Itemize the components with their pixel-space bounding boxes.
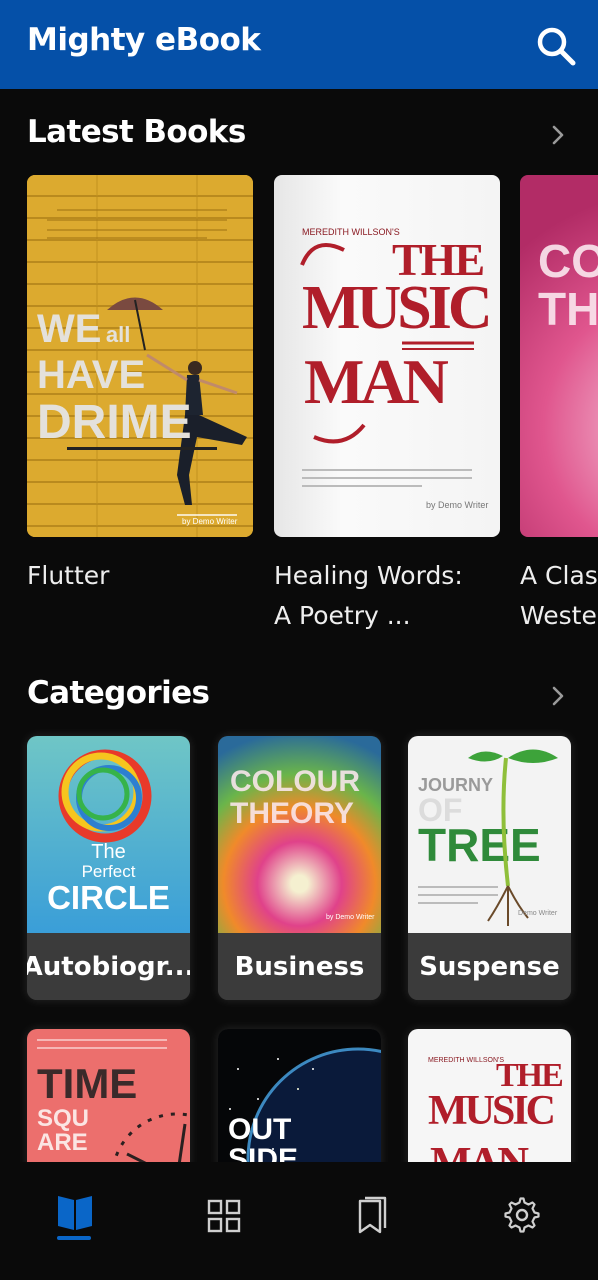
cover-text: DRIME (37, 396, 192, 449)
category-cover: MEREDITH WILLSON'S THE MUSIC MAN (408, 1029, 571, 1162)
active-tab-indicator (57, 1236, 91, 1240)
category-label: Business (218, 933, 381, 1000)
cover-text: COLOUR (230, 765, 360, 798)
cover-author: Demo Writer (518, 910, 558, 917)
cover-text: THEORY (230, 796, 354, 830)
cover-text: CO (538, 235, 598, 287)
category-card[interactable]: OUT SIDE (218, 1029, 381, 1162)
gear-icon (504, 1197, 540, 1233)
categories-more-icon[interactable] (548, 686, 568, 706)
book-cover: CO TH (520, 175, 598, 537)
category-card[interactable]: The Perfect CIRCLE Autobiogr... (27, 736, 190, 1000)
book-open-icon (58, 1196, 92, 1230)
cover-author: by Demo Writer (426, 500, 489, 510)
cover-author: by Demo Writer (326, 914, 375, 921)
category-label: Suspense (408, 933, 571, 1000)
cover-text: OUT (228, 1113, 292, 1146)
book-title: Healing Words: A Poetry ... (274, 561, 463, 630)
cover-author: by Demo Writer (182, 517, 238, 526)
category-card[interactable]: COLOUR THEORY by Demo Writer Business (218, 736, 381, 1000)
book-card[interactable]: CO TH A Clas Weste (520, 175, 598, 636)
book-title: A Clas Weste (520, 561, 598, 630)
category-cover: JOURNY OF TREE Demo Writer (408, 736, 571, 933)
cover-text: MUSIC (428, 1088, 556, 1134)
category-card[interactable]: MEREDITH WILLSON'S THE MUSIC MAN (408, 1029, 571, 1162)
nav-books[interactable] (50, 1190, 100, 1260)
book-cover: WE all HAVE DRIME by Demo Writer (27, 175, 253, 537)
cover-text: MAN (430, 1137, 529, 1162)
category-cover: OUT SIDE (218, 1029, 381, 1162)
grid-icon (207, 1199, 241, 1233)
nav-categories[interactable] (199, 1190, 249, 1260)
bookmarks-icon (358, 1196, 387, 1234)
category-cover: TIME SQU ARE (27, 1029, 190, 1162)
cover-text: HAVE (37, 353, 146, 397)
categories-title: Categories (27, 675, 210, 711)
category-label: Autobiogr... (27, 933, 190, 1000)
cover-text: all (105, 322, 131, 347)
app-title: Mighty eBook (27, 22, 261, 58)
latest-books-more-icon[interactable] (548, 125, 568, 145)
category-card[interactable]: JOURNY OF TREE Demo Writer Suspense (408, 736, 571, 1000)
search-icon (537, 27, 576, 66)
cover-text: The (91, 841, 126, 863)
nav-bookmarks[interactable] (347, 1190, 397, 1260)
nav-settings[interactable] (497, 1190, 547, 1260)
book-card[interactable]: WE all HAVE DRIME by Demo Writer Flutter (27, 175, 253, 596)
category-cover: The Perfect CIRCLE (27, 736, 190, 933)
latest-books-title: Latest Books (27, 114, 246, 150)
category-card[interactable]: TIME SQU ARE (27, 1029, 190, 1162)
category-cover: COLOUR THEORY by Demo Writer (218, 736, 381, 933)
book-cover: MEREDITH WILLSON'S THE MUSIC MAN by Demo… (274, 175, 500, 537)
main-content[interactable]: Latest Books WE all HAVE DRIME by Demo W… (0, 89, 598, 1162)
bottom-nav (0, 1162, 598, 1280)
book-card[interactable]: MEREDITH WILLSON'S THE MUSIC MAN by Demo… (274, 175, 500, 636)
cover-text: TH (538, 283, 598, 336)
cover-text: CIRCLE (47, 878, 170, 916)
cover-text: SIDE (228, 1143, 299, 1163)
cover-text: WE (37, 307, 102, 351)
app-bar: Mighty eBook (0, 0, 598, 89)
cover-author-top: MEREDITH WILLSON'S (428, 1057, 505, 1064)
latest-books-list[interactable]: WE all HAVE DRIME by Demo Writer Flutter… (0, 175, 598, 635)
book-title: Flutter (27, 561, 110, 590)
search-button[interactable] (535, 25, 577, 67)
